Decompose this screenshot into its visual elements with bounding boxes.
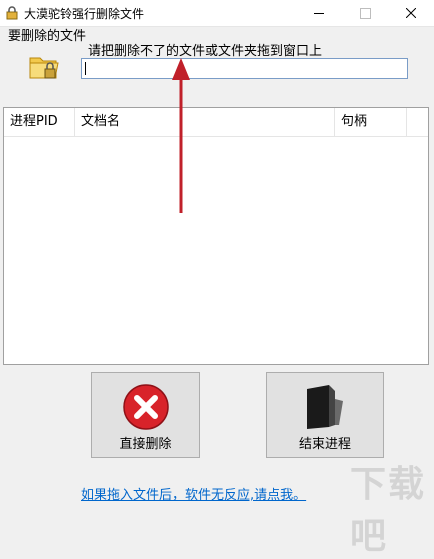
delete-button[interactable]: 直接删除 bbox=[91, 372, 200, 458]
red-x-icon bbox=[123, 384, 169, 430]
black-folder-icon bbox=[307, 385, 343, 429]
delete-button-label: 直接删除 bbox=[119, 437, 172, 452]
close-button[interactable] bbox=[388, 0, 434, 26]
window-title: 大漠驼铃强行删除文件 bbox=[24, 7, 145, 21]
text-caret bbox=[85, 62, 86, 75]
column-header-pid[interactable]: 进程PID bbox=[4, 108, 75, 136]
folder-lock-icon bbox=[29, 57, 59, 79]
maximize-button[interactable] bbox=[342, 0, 388, 26]
watermark: 下载吧 bbox=[350, 464, 427, 557]
list-header: 进程PID 文档名 句柄 bbox=[4, 108, 428, 137]
drop-label: 要删除的文件 bbox=[8, 29, 87, 44]
column-header-handle[interactable]: 句柄 bbox=[335, 108, 407, 136]
process-list[interactable]: 进程PID 文档名 句柄 bbox=[3, 107, 429, 365]
kill-process-button[interactable]: 结束进程 bbox=[266, 372, 384, 458]
title-bar: 大漠驼铃强行删除文件 bbox=[0, 0, 434, 27]
column-header-document[interactable]: 文档名 bbox=[75, 108, 335, 136]
annotation-arrow bbox=[172, 58, 190, 213]
close-icon bbox=[406, 8, 416, 18]
drop-hint: 请把删除不了的文件或文件夹拖到窗口上 bbox=[88, 44, 323, 59]
file-path-input[interactable] bbox=[81, 58, 408, 79]
help-link[interactable]: 如果拖入文件后，软件无反应,请点我。 bbox=[81, 484, 306, 503]
kill-process-label: 结束进程 bbox=[298, 437, 351, 452]
minimize-button[interactable] bbox=[296, 0, 342, 26]
lock-icon bbox=[6, 6, 18, 20]
